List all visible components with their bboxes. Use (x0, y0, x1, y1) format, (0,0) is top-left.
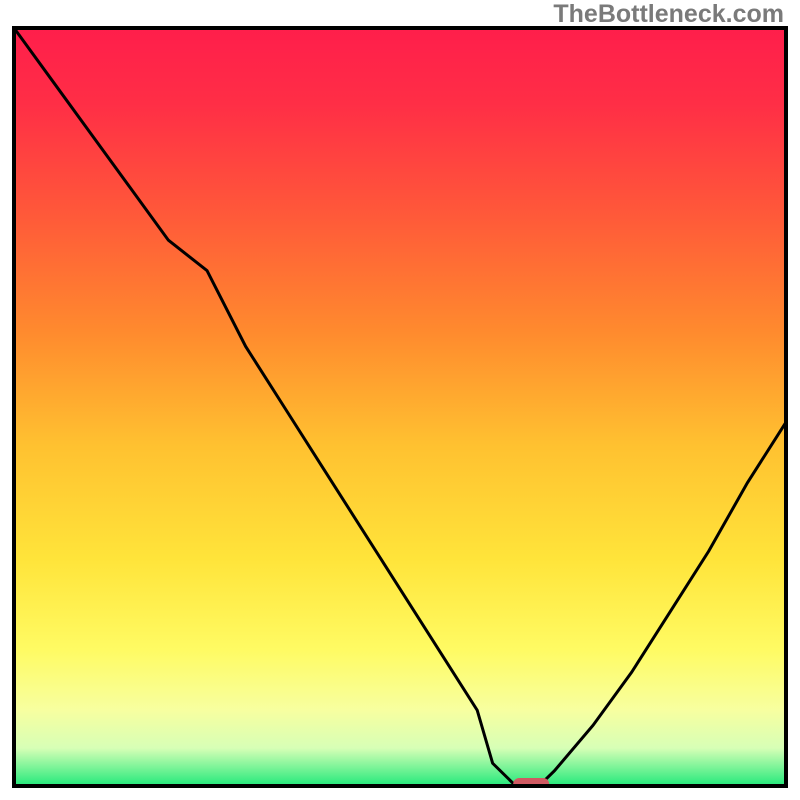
bottleneck-chart (0, 0, 800, 800)
gradient-background (14, 28, 786, 786)
watermark-text: TheBottleneck.com (553, 0, 784, 28)
watermark-container: TheBottleneck.com (553, 0, 784, 29)
